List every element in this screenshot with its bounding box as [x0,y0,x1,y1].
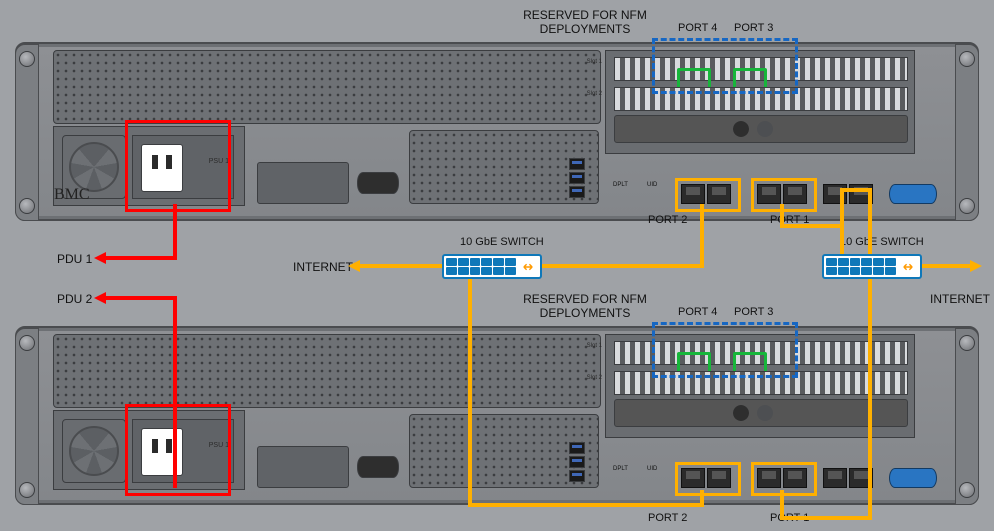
port2-label-s2: PORT 2 [648,512,687,524]
reserved-label-top: RESERVED FOR NFM DEPLOYMENTS [520,8,650,36]
server-1-chassis: PSU 1 Slot 1 Slot 2 DPLT UID [15,42,979,221]
ilo-port-b [849,184,873,204]
usb-port-icon [569,172,585,184]
usb-port-icon [569,158,585,170]
slot1-label: Slot 1 [587,343,602,349]
port2-label-s1: PORT 2 [648,214,687,226]
usb-port-icon [569,470,585,482]
port3-label-top: PORT 3 [734,22,773,34]
psu-label: PSU 1 [209,158,229,165]
io-block [257,446,349,488]
server-2-chassis: PSU 1 Slot 1 Slot 2 DPLT UID [15,326,979,505]
port3-label-mid: PORT 3 [734,306,773,318]
pcie-cage: Slot 1 Slot 2 [605,334,915,438]
switch-port [446,258,457,266]
uid-label: UID [647,466,657,472]
dplt-label: DPLT [613,466,628,472]
psu-slot: PSU 1 [132,135,234,199]
rj45-port-2b [707,184,731,204]
rj45-port-1b [783,184,807,204]
power-inlet-icon [141,428,183,476]
port4-label-top: PORT 4 [678,22,717,34]
reserved-label-mid: RESERVED FOR NFM DEPLOYMENTS [520,292,650,320]
serial-port-icon [357,456,399,478]
diagram-root: RESERVED FOR NFM DEPLOYMENTS PORT 4 PORT… [0,0,994,531]
vent-mesh [53,50,601,124]
rj45-port-2 [681,184,705,204]
screw [19,482,35,498]
io-block [257,162,349,204]
net-cable [922,264,970,268]
pdu2-label: PDU 2 [57,292,92,306]
screw [959,51,975,67]
bmc-label: BMC [54,186,90,204]
rj45-port-2 [681,468,705,488]
rack-ear [955,44,979,221]
usb-port-icon [569,456,585,468]
slot1-label: Slot 1 [587,59,602,65]
pcie-slot-1 [614,341,908,365]
pcie-slot-2 [614,371,908,395]
port4-label-mid: PORT 4 [678,306,717,318]
serial-port-icon [357,172,399,194]
rj45-port-1 [757,184,781,204]
screw [959,335,975,351]
switch-ports [446,258,516,275]
uid-label: UID [647,182,657,188]
power-inlet-icon [141,144,183,192]
usb-port-icon [569,442,585,454]
screw [19,335,35,351]
rack-ear [15,328,39,505]
vga-port-icon [889,184,937,204]
switch-label-right: 10 GbE SWITCH [840,236,924,248]
psu-label: PSU 1 [209,442,229,449]
optical-drive [614,115,908,143]
arrow-icon [970,260,982,272]
vga-port-icon [889,468,937,488]
pcie-slot-1 [614,57,908,81]
screw [19,51,35,67]
pcie-slot-2 [614,87,908,111]
rj45-port-1b [783,468,807,488]
switch-label-left: 10 GbE SWITCH [460,236,544,248]
switch-ports [826,258,896,275]
uplink-icon [518,258,538,275]
screw [959,482,975,498]
pcie-cage: Slot 1 Slot 2 [605,50,915,154]
rack-ear [15,44,39,221]
uplink-icon [898,258,918,275]
switch-left [442,254,542,279]
net-cable [542,264,704,268]
rj45-port-1 [757,468,781,488]
screw [19,198,35,214]
pdu1-label: PDU 1 [57,252,92,266]
ilo-port-b [849,468,873,488]
vent-mesh [53,334,601,408]
port1-label-s2: PORT 1 [770,512,809,524]
rj45-port-2b [707,468,731,488]
ilo-port [823,468,847,488]
psu-slot: PSU 1 [132,419,234,483]
slot2-label: Slot 2 [587,375,602,381]
power-cable [106,296,177,300]
internet-label-right: INTERNET [930,292,990,306]
internet-label-left: INTERNET [293,260,353,274]
slot2-label: Slot 2 [587,91,602,97]
arrow-icon [94,252,106,264]
switch-right [822,254,922,279]
screw [959,198,975,214]
net-cable [360,264,442,268]
psu-fan-icon [62,419,126,483]
rack-ear [955,328,979,505]
ilo-port [823,184,847,204]
optical-drive [614,399,908,427]
psu-bay: PSU 1 [53,410,245,490]
usb-port-icon [569,186,585,198]
arrow-icon [94,292,106,304]
dplt-label: DPLT [613,182,628,188]
power-cable [106,256,177,260]
port1-label-s1: PORT 1 [770,214,809,226]
